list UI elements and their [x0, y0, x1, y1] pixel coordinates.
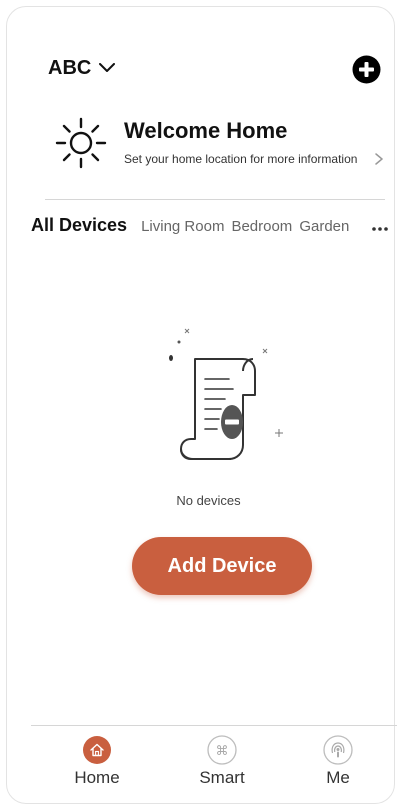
divider	[45, 199, 385, 200]
tab-living-room[interactable]: Living Room	[141, 218, 224, 235]
command-icon: ⌘	[207, 735, 237, 765]
chevron-down-icon	[99, 63, 116, 72]
add-device-button[interactable]: Add Device	[132, 537, 312, 595]
app-screen: ABC Welcome Home Set your home location	[6, 6, 397, 804]
home-icon	[83, 736, 111, 764]
more-icon[interactable]	[371, 226, 389, 232]
tab-all-devices[interactable]: All Devices	[31, 215, 127, 236]
chevron-right-icon	[375, 153, 383, 165]
nav-smart[interactable]: ⌘ Smart	[182, 735, 262, 797]
bottom-nav-divider	[31, 725, 397, 726]
nav-home-label: Home	[74, 768, 120, 787]
room-tabs: All Devices Living Room Bedroom Garden	[31, 215, 356, 239]
welcome-subtitle: Set your home location for more informat…	[124, 152, 358, 166]
welcome-title: Welcome Home	[124, 118, 288, 143]
tab-garden[interactable]: Garden	[299, 218, 349, 235]
profile-icon	[323, 735, 353, 765]
svg-text:⌘: ⌘	[216, 744, 229, 759]
nav-me[interactable]: Me	[298, 735, 378, 797]
empty-list-illustration	[169, 328, 283, 460]
home-name: ABC	[48, 57, 92, 79]
home-switcher[interactable]: ABC	[48, 56, 116, 80]
welcome-card[interactable]: Welcome Home Set your home location for …	[52, 110, 392, 170]
sun-icon	[55, 117, 107, 169]
nav-home[interactable]: Home	[57, 735, 137, 797]
empty-state-message: No devices	[176, 493, 241, 508]
nav-me-label: Me	[326, 768, 350, 787]
tab-bedroom[interactable]: Bedroom	[231, 218, 292, 235]
add-icon[interactable]	[352, 55, 381, 84]
nav-smart-label: Smart	[199, 768, 245, 787]
